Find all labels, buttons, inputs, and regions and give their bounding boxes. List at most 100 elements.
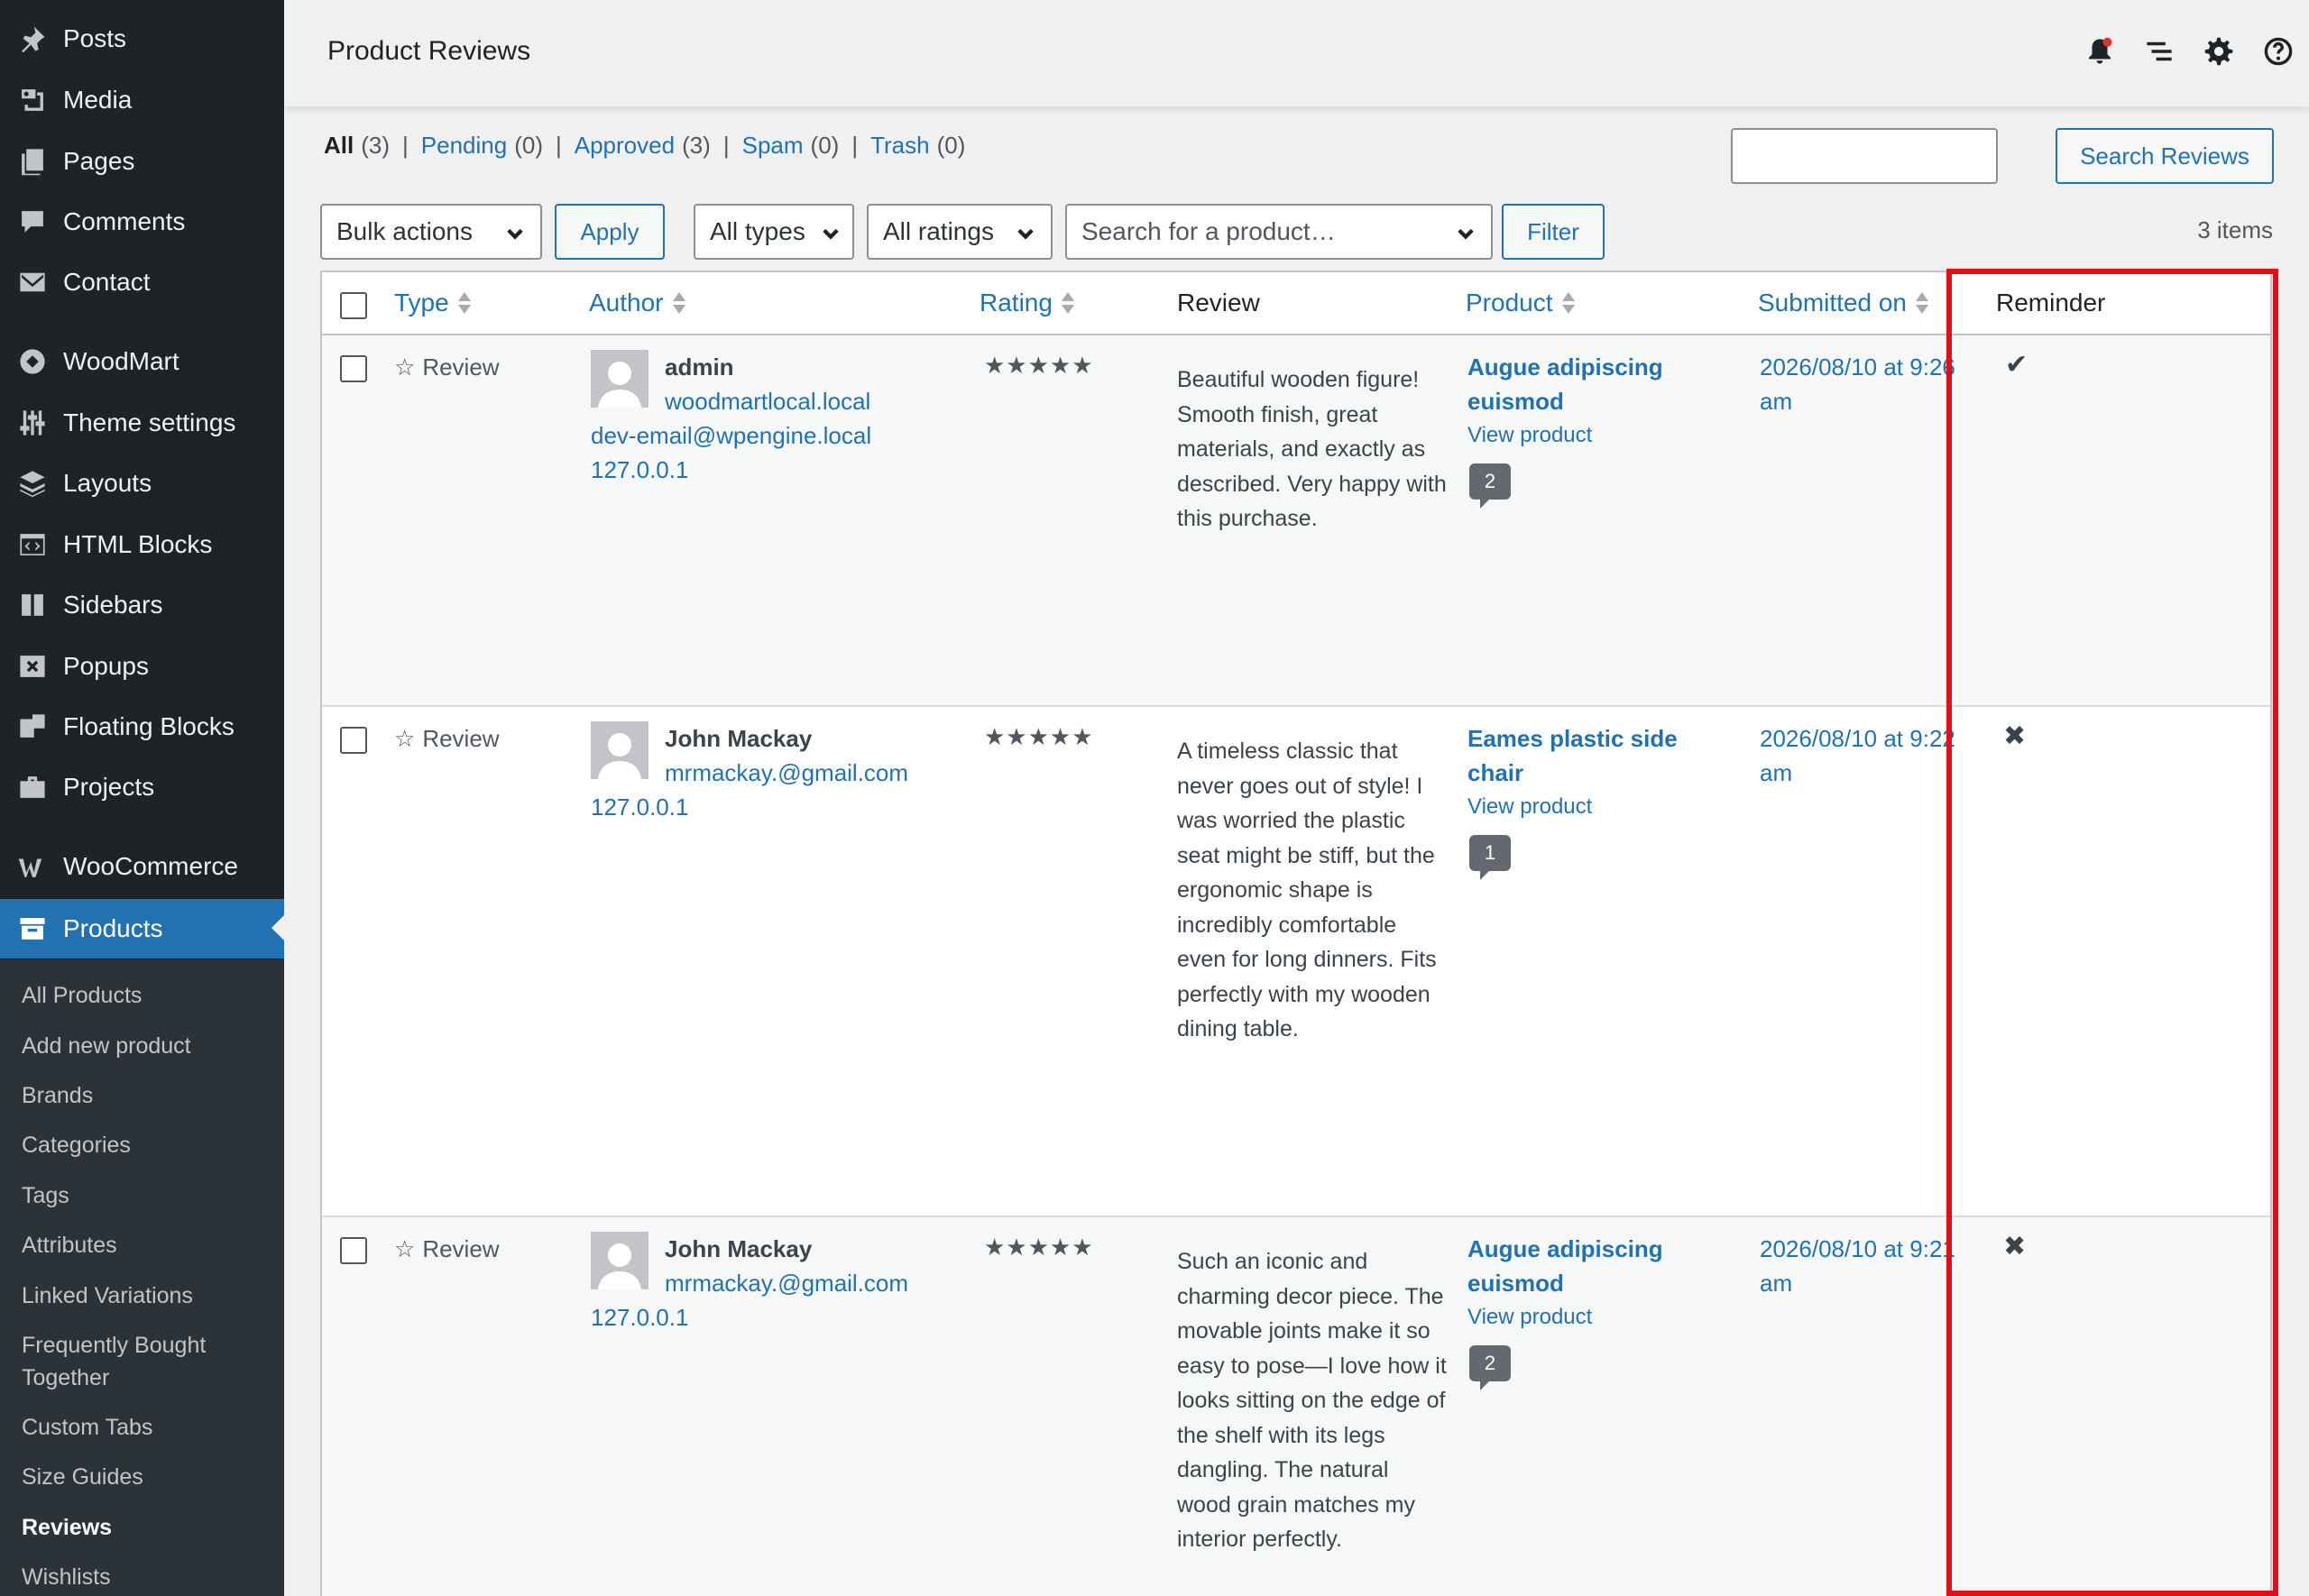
author-email-link[interactable]: dev-email@wpengine.local xyxy=(591,418,871,453)
submitted-date-link[interactable]: 2026/08/10 at 9:21 am xyxy=(1760,1232,1985,1300)
submenu-linked-variations[interactable]: Linked Variations xyxy=(22,1280,193,1312)
filter-all-count: (3) xyxy=(361,132,391,159)
author-site-link[interactable]: woodmartlocal.local xyxy=(665,384,870,418)
view-product-link[interactable]: View product xyxy=(1467,790,1592,824)
filter-approved[interactable]: Approved xyxy=(575,132,675,160)
sidebar-item-html-blocks[interactable]: HTML Blocks xyxy=(0,517,284,573)
submenu-brands[interactable]: Brands xyxy=(22,1079,93,1112)
row-checkbox[interactable] xyxy=(340,1237,367,1264)
column-product[interactable]: Product xyxy=(1466,289,1575,317)
column-type[interactable]: Type xyxy=(394,289,471,317)
apply-button[interactable]: Apply xyxy=(555,204,665,260)
rating-stars: ★★★★★ xyxy=(984,352,1094,379)
sort-icon xyxy=(1061,290,1074,316)
filter-all[interactable]: All xyxy=(324,132,354,160)
woo-icon xyxy=(14,848,51,885)
author-ip-link[interactable]: 127.0.0.1 xyxy=(591,453,688,487)
gear-icon[interactable] xyxy=(2203,36,2234,67)
submenu-reviews[interactable]: Reviews xyxy=(22,1511,112,1544)
sidebar-item-products[interactable]: Products xyxy=(0,899,284,959)
row-checkbox[interactable] xyxy=(340,355,367,382)
reviews-table: Type Author Rating Review Product Submit… xyxy=(320,271,2272,1596)
code-block-icon xyxy=(14,527,51,563)
separator: | xyxy=(555,132,562,159)
search-reviews-input[interactable] xyxy=(1731,128,1998,184)
author-ip-link[interactable]: 127.0.0.1 xyxy=(591,790,688,824)
submenu-categories[interactable]: Categories xyxy=(22,1129,131,1161)
submenu-wishlists[interactable]: Wishlists xyxy=(22,1561,111,1593)
column-reminder: Reminder xyxy=(1996,289,2105,317)
author-email-link[interactable]: mrmackay.@gmail.com xyxy=(665,1266,908,1300)
submitted-date-link[interactable]: 2026/08/10 at 9:26 am xyxy=(1760,350,1985,418)
filter-spam[interactable]: Spam xyxy=(742,132,804,160)
product-search-placeholder: Search for a product… xyxy=(1081,217,1336,245)
sidebar-item-label: Theme settings xyxy=(63,408,236,436)
author-ip-link[interactable]: 127.0.0.1 xyxy=(591,1300,688,1335)
type-filter-select[interactable]: All types xyxy=(694,204,854,260)
sidebar-item-posts[interactable]: Posts xyxy=(0,11,284,67)
row-checkbox[interactable] xyxy=(340,727,367,754)
comment-count-badge[interactable]: 2 xyxy=(1469,463,1511,509)
sidebar-item-label: Comments xyxy=(63,207,186,235)
product-search-select[interactable]: Search for a product… xyxy=(1065,204,1493,260)
layers-icon xyxy=(14,465,51,501)
sidebar-item-label: Pages xyxy=(63,147,135,175)
sort-icon xyxy=(457,290,471,316)
sidebar-item-floating-blocks[interactable]: Floating Blocks xyxy=(0,699,284,755)
view-product-link[interactable]: View product xyxy=(1467,418,1592,453)
sidebar-item-label: Media xyxy=(63,86,133,114)
sidebar-item-contact[interactable]: Contact xyxy=(0,254,284,310)
submitted-date-link[interactable]: 2026/08/10 at 9:22 am xyxy=(1760,721,1985,790)
filter-trash[interactable]: Trash xyxy=(870,132,930,160)
chevron-down-icon xyxy=(820,222,842,243)
sidebar-item-pages[interactable]: Pages xyxy=(0,133,284,189)
archive-icon xyxy=(14,911,51,947)
column-submitted[interactable]: Submitted on xyxy=(1758,289,1928,317)
list-icon[interactable] xyxy=(2144,36,2175,67)
separator: | xyxy=(722,132,730,159)
author-email-link[interactable]: mrmackay.@gmail.com xyxy=(665,756,908,790)
sidebar-item-theme-settings[interactable]: Theme settings xyxy=(0,395,284,451)
main-content: All (3) | Pending (0) | Approved (3) | S… xyxy=(284,106,2309,1596)
search-reviews-button[interactable]: Search Reviews xyxy=(2056,128,2274,184)
sidebar-item-projects[interactable]: Projects xyxy=(0,759,284,815)
bulk-actions-select[interactable]: Bulk actions xyxy=(320,204,542,260)
sidebar-item-media[interactable]: Media xyxy=(0,72,284,128)
bell-icon[interactable] xyxy=(2084,36,2115,67)
sidebar-item-popups[interactable]: Popups xyxy=(0,638,284,694)
product-link[interactable]: Eames plastic side chair xyxy=(1467,721,1702,790)
submenu-attributes[interactable]: Attributes xyxy=(22,1229,117,1261)
sidebar-item-comments[interactable]: Comments xyxy=(0,194,284,250)
filter-button[interactable]: Filter xyxy=(1502,204,1605,260)
table-row: ☆ Review John Mackay mrmackay.@gmail.com … xyxy=(322,1217,2270,1596)
column-rating[interactable]: Rating xyxy=(980,289,1074,317)
review-text: Beautiful wooden figure! Smooth finish, … xyxy=(1177,367,1447,531)
sidebar-item-woocommerce[interactable]: WooCommerce xyxy=(0,839,284,894)
help-icon[interactable] xyxy=(2263,36,2294,67)
sidebar-item-label: Posts xyxy=(63,24,127,52)
sidebar-item-sidebars[interactable]: Sidebars xyxy=(0,577,284,633)
submenu-frequently-bought-together[interactable]: Frequently Bought Together xyxy=(22,1329,238,1394)
comment-count-badge[interactable]: 1 xyxy=(1469,835,1511,880)
reminder-not-sent-x-icon: ✖ xyxy=(2003,1232,2027,1261)
filter-approved-count: (3) xyxy=(682,132,711,159)
pin-icon xyxy=(14,21,51,57)
view-product-link[interactable]: View product xyxy=(1467,1300,1592,1335)
product-link[interactable]: Augue adipiscing euismod xyxy=(1467,350,1702,418)
submenu-add-new-product[interactable]: Add new product xyxy=(22,1030,191,1062)
product-link[interactable]: Augue adipiscing euismod xyxy=(1467,1232,1702,1300)
submenu-tags[interactable]: Tags xyxy=(22,1179,69,1212)
filter-pending-count: (0) xyxy=(514,132,543,159)
select-all-checkbox[interactable] xyxy=(340,292,367,319)
submenu-custom-tabs[interactable]: Custom Tabs xyxy=(22,1411,152,1444)
submenu-all-products[interactable]: All Products xyxy=(22,979,142,1012)
column-author[interactable]: Author xyxy=(589,289,685,317)
submenu-size-guides[interactable]: Size Guides xyxy=(22,1461,143,1493)
sidebar-item-woodmart[interactable]: WoodMart xyxy=(0,334,284,390)
rating-filter-select[interactable]: All ratings xyxy=(867,204,1053,260)
filter-pending[interactable]: Pending xyxy=(421,132,507,160)
column-label: Author xyxy=(589,289,664,316)
sidebar-item-layouts[interactable]: Layouts xyxy=(0,455,284,511)
comment-count-badge[interactable]: 2 xyxy=(1469,1345,1511,1390)
reminder-sent-check-icon: ✔ xyxy=(2005,350,2028,380)
